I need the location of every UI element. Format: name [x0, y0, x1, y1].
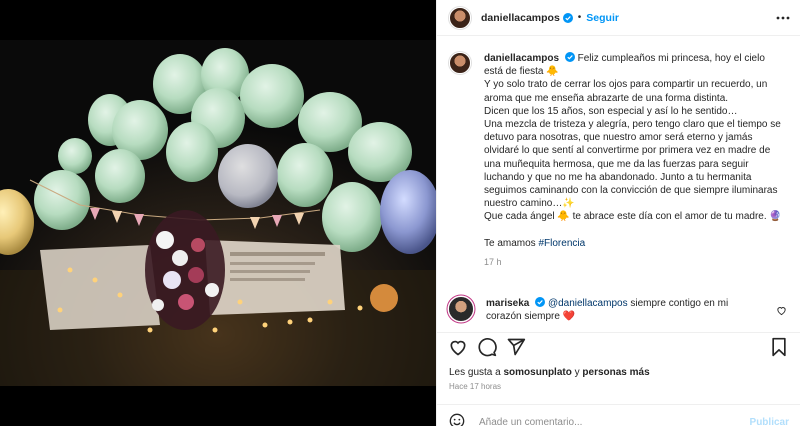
caption-author-avatar[interactable] — [449, 52, 471, 74]
comment-item: mariseka @daniellacampos siempre contigo… — [449, 297, 789, 323]
more-options-icon[interactable] — [775, 10, 791, 26]
commenter-avatar[interactable] — [449, 297, 473, 321]
caption-line: Una mezcla de tristeza y alegría, pero t… — [484, 119, 781, 210]
likes-connector: y — [574, 367, 580, 378]
caption-time: 17 h — [484, 256, 502, 267]
flower-bouquet — [145, 210, 225, 330]
likes-prefix: Les gusta a — [449, 367, 501, 378]
verified-badge-icon — [564, 52, 575, 62]
post-details-panel: daniellacampos • Seguir daniellacampos F… — [436, 0, 800, 426]
instagram-post-modal: daniellacampos • Seguir daniellacampos F… — [0, 0, 800, 426]
post-date: Hace 17 horas — [449, 382, 502, 391]
post-media[interactable] — [0, 0, 436, 426]
author-username[interactable]: daniellacampos — [481, 12, 560, 24]
teddy-bear — [370, 284, 398, 312]
caption-line: Dicen que los 15 años, son especial y as… — [484, 105, 738, 117]
verified-badge-icon — [535, 297, 546, 307]
header-separator: • — [577, 12, 582, 23]
post-header: daniellacampos • Seguir — [437, 0, 800, 36]
like-comment-heart-icon[interactable] — [776, 305, 787, 316]
bookmark-icon[interactable] — [769, 337, 789, 357]
caption-closing: Te amamos — [484, 237, 536, 249]
caption-line: Y yo solo trato de cerrar los ojos para … — [484, 79, 768, 104]
liker-username[interactable]: somosunplato — [504, 367, 572, 378]
commenter-username[interactable]: mariseka — [486, 298, 529, 309]
heart-icon[interactable] — [448, 337, 468, 357]
post-actions-bar — [437, 332, 800, 360]
comment-mention[interactable]: @daniellacampos — [548, 298, 628, 309]
share-icon[interactable] — [506, 337, 526, 357]
likes-summary: Les gusta a somosunplato y personas más — [449, 367, 650, 378]
comment-icon[interactable] — [477, 337, 497, 357]
hashtag-link[interactable]: #Florencia — [538, 238, 585, 249]
post-caption: daniellacampos Feliz cumpleaños mi princ… — [449, 52, 789, 269]
caption-line: Que cada ángel 🐥 te abrace este día con … — [484, 211, 782, 223]
likes-others-link[interactable]: personas más — [582, 367, 649, 378]
verified-badge-icon — [562, 12, 573, 23]
follow-button[interactable]: Seguir — [586, 12, 619, 24]
publish-button[interactable]: Publicar — [750, 417, 789, 426]
post-photo — [0, 40, 436, 386]
emoji-icon[interactable] — [449, 413, 465, 426]
caption-username[interactable]: daniellacampos — [484, 53, 559, 64]
comment-input[interactable]: Añade un comentario... — [479, 417, 582, 426]
add-comment-bar: Añade un comentario... Publicar — [437, 404, 800, 426]
author-avatar[interactable] — [449, 6, 471, 29]
